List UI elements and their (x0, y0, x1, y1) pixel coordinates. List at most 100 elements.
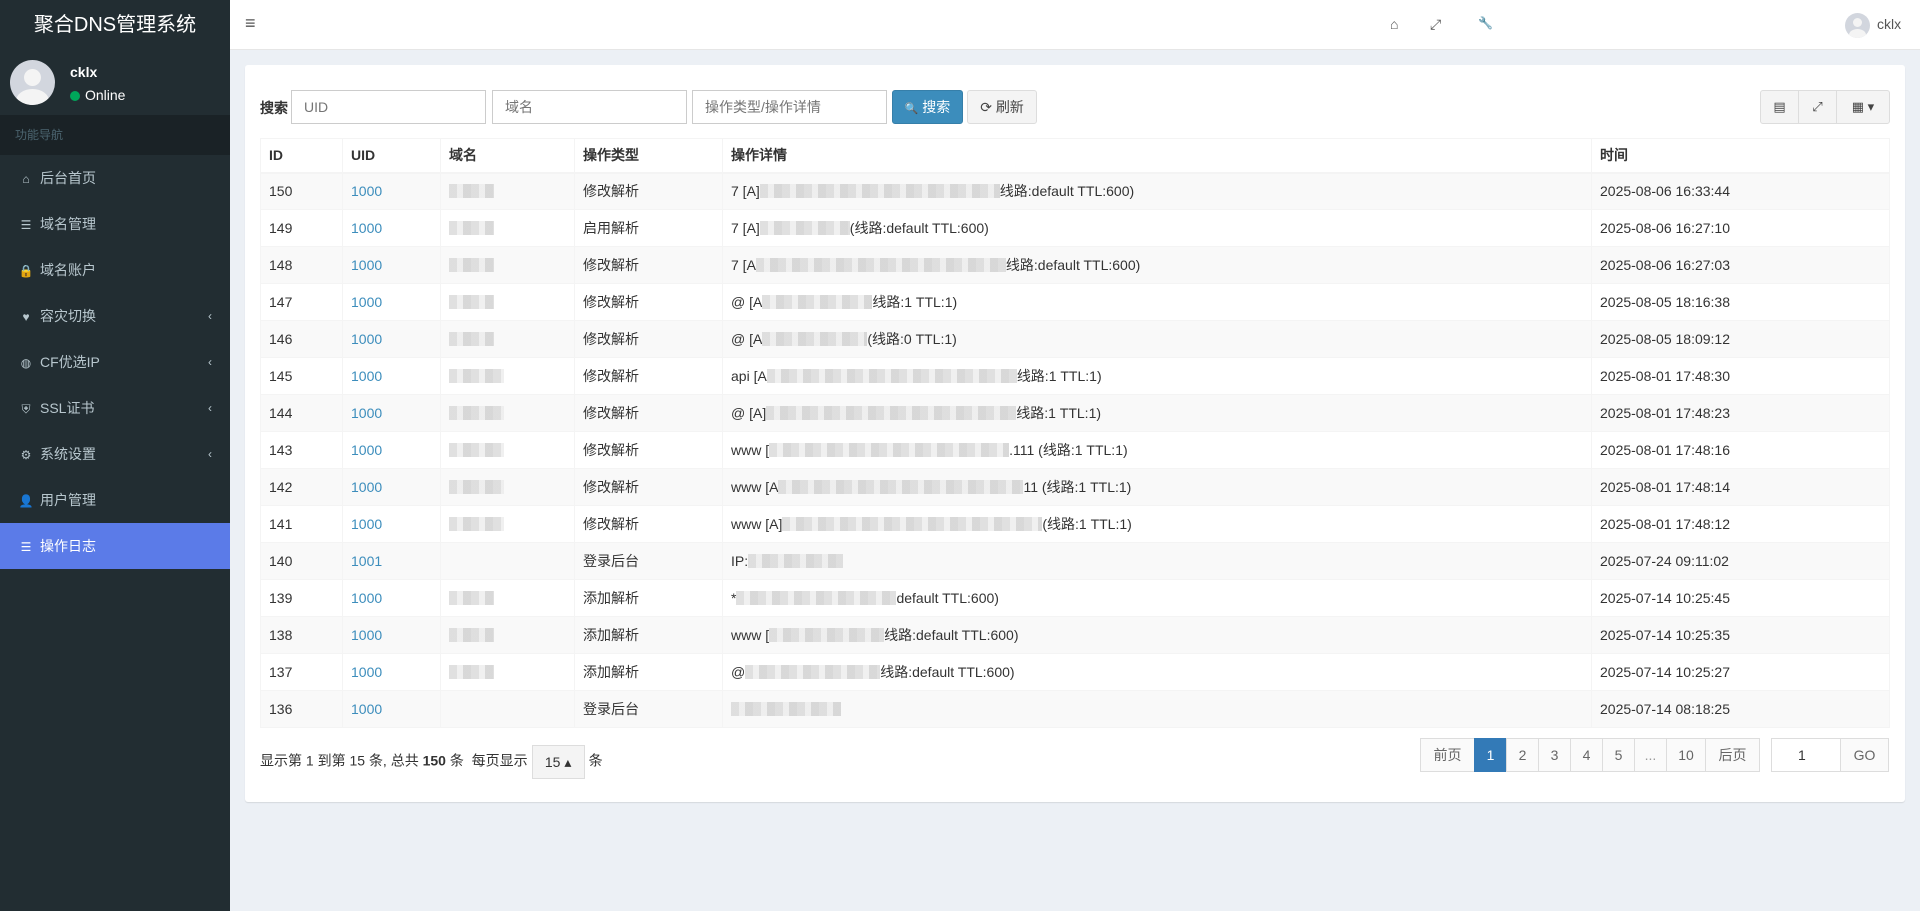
redacted-domain (449, 517, 504, 531)
cell-type: 启用解析 (574, 209, 723, 247)
goto-page-input[interactable] (1771, 738, 1841, 772)
cell-detail: IP: (722, 542, 1592, 580)
sidebar-item-6[interactable]: ⚙ 系统设置 ‹ (0, 431, 230, 477)
page-1[interactable]: 1 (1474, 738, 1507, 772)
prev-page-button[interactable]: 前页 (1420, 738, 1475, 772)
uid-link[interactable]: 1000 (351, 405, 382, 421)
cell-time: 2025-08-06 16:27:10 (1591, 209, 1890, 247)
uid-link[interactable]: 1000 (351, 257, 382, 273)
uid-link[interactable]: 1000 (351, 442, 382, 458)
cell-uid: 1000 (342, 320, 441, 358)
redacted-detail (762, 295, 873, 309)
cell-domain (440, 542, 575, 580)
sidebar-item-1[interactable]: ☰ 域名管理 (0, 201, 230, 247)
cell-time: 2025-08-01 17:48:14 (1591, 468, 1890, 506)
navbar-username[interactable]: cklx (1877, 16, 1901, 32)
uid-link[interactable]: 1000 (351, 664, 382, 680)
cell-id: 146 (260, 320, 343, 358)
go-button[interactable]: GO (1840, 738, 1889, 772)
cell-time: 2025-07-14 10:25:27 (1591, 653, 1890, 691)
columns-icon[interactable]: ▦ ▾ (1836, 90, 1890, 124)
redacted-detail (748, 554, 844, 568)
search-icon: 🔍 (904, 103, 919, 115)
cell-type: 登录后台 (574, 690, 723, 728)
col-domain[interactable]: 域名 (440, 138, 575, 174)
col-id[interactable]: ID (260, 138, 343, 174)
cell-time: 2025-08-01 17:48:23 (1591, 394, 1890, 432)
avatar (10, 60, 55, 105)
sidebar-item-7[interactable]: 👤 用户管理 (0, 477, 230, 523)
sidebar-item-0[interactable]: ⌂ 后台首页 (0, 155, 230, 201)
uid-search-input[interactable] (291, 90, 486, 124)
refresh-button[interactable]: ⟳ 刷新 (967, 90, 1037, 124)
sidebar-item-5[interactable]: ⛨ SSL证书 ‹ (0, 385, 230, 431)
uid-link[interactable]: 1000 (351, 368, 382, 384)
sidebar-item-label: 域名账户 (40, 262, 96, 278)
sidebar-item-label: 域名管理 (40, 216, 96, 232)
cell-uid: 1000 (342, 505, 441, 543)
user-status[interactable]: Online (70, 87, 125, 103)
online-dot-icon (70, 91, 80, 101)
print-icon[interactable]: ▤ (1760, 90, 1799, 124)
navbar-avatar[interactable] (1845, 13, 1870, 38)
col-type[interactable]: 操作类型 (574, 138, 723, 174)
sidebar-item-2[interactable]: 🔒 域名账户 (0, 247, 230, 293)
sidebar-toggle-icon[interactable]: ≡ (245, 13, 256, 34)
redacted-detail (762, 332, 868, 346)
page-3[interactable]: 3 (1538, 738, 1571, 772)
col-detail[interactable]: 操作详情 (722, 138, 1592, 174)
sidebar-item-label: CF优选IP (40, 354, 100, 370)
uid-link[interactable]: 1000 (351, 479, 382, 495)
redacted-detail (778, 480, 1024, 494)
uid-link[interactable]: 1000 (351, 516, 382, 532)
next-page-button[interactable]: 后页 (1705, 738, 1760, 772)
refresh-icon: ⟳ (980, 99, 992, 115)
top-navbar: ≡ ⌂ ⤢ 🔧 cklx (230, 0, 1920, 50)
sidebar-item-3[interactable]: ♥ 容灾切换 ‹ (0, 293, 230, 339)
chevron-left-icon: ‹ (208, 355, 212, 369)
uid-link[interactable]: 1000 (351, 183, 382, 199)
list-icon: ☰ (20, 540, 32, 554)
uid-link[interactable]: 1000 (351, 294, 382, 310)
chevron-left-icon: ‹ (208, 447, 212, 461)
uid-link[interactable]: 1000 (351, 627, 382, 643)
page-5[interactable]: 5 (1602, 738, 1635, 772)
cell-domain (440, 209, 575, 247)
cell-detail: @ [A 线路:1 TTL:1) (722, 283, 1592, 321)
wrench-icon[interactable]: 🔧 (1478, 16, 1493, 30)
home-icon[interactable]: ⌂ (1390, 16, 1398, 32)
page-10[interactable]: 10 (1666, 738, 1706, 772)
fullscreen-toggle-icon[interactable]: ⤢ (1798, 90, 1837, 124)
page-4[interactable]: 4 (1570, 738, 1603, 772)
redacted-detail (766, 406, 1017, 420)
list-icon: ☰ (20, 218, 32, 232)
redacted-detail (782, 517, 1043, 531)
domain-search-input[interactable] (492, 90, 687, 124)
uid-link[interactable]: 1000 (351, 590, 382, 606)
sidebar-item-label: 操作日志 (40, 538, 96, 554)
page-size-select[interactable]: 15 ▴ (531, 745, 585, 779)
table-row: 142 1000 修改解析 www [A 11 (线路:1 TTL:1) 2025-08-… (260, 468, 1890, 506)
cell-domain (440, 653, 575, 691)
search-button[interactable]: 🔍 搜索 (892, 90, 963, 124)
uid-link[interactable]: 1001 (351, 553, 382, 569)
cell-time: 2025-07-24 09:11:02 (1591, 542, 1890, 580)
cell-type: 添加解析 (574, 579, 723, 617)
globe-icon: ◍ (20, 356, 32, 370)
sidebar-item-8[interactable]: ☰ 操作日志 (0, 523, 230, 569)
page-2[interactable]: 2 (1506, 738, 1539, 772)
col-uid[interactable]: UID (342, 138, 441, 174)
table-row: 144 1000 修改解析 @ [A] 线路:1 TTL:1) 2025-08-01 17… (260, 394, 1890, 432)
uid-link[interactable]: 1000 (351, 701, 382, 717)
col-time[interactable]: 时间 (1591, 138, 1890, 174)
fullscreen-icon[interactable]: ⤢ (1430, 16, 1441, 33)
action-search-input[interactable] (692, 90, 887, 124)
redacted-detail (736, 591, 897, 605)
cell-domain (440, 394, 575, 432)
cell-type: 修改解析 (574, 320, 723, 358)
uid-link[interactable]: 1000 (351, 331, 382, 347)
sidebar-item-4[interactable]: ◍ CF优选IP ‹ (0, 339, 230, 385)
table-row: 147 1000 修改解析 @ [A 线路:1 TTL:1) 2025-08-05 18:… (260, 283, 1890, 321)
uid-link[interactable]: 1000 (351, 220, 382, 236)
app-title[interactable]: 聚合DNS管理系统 (0, 0, 230, 50)
